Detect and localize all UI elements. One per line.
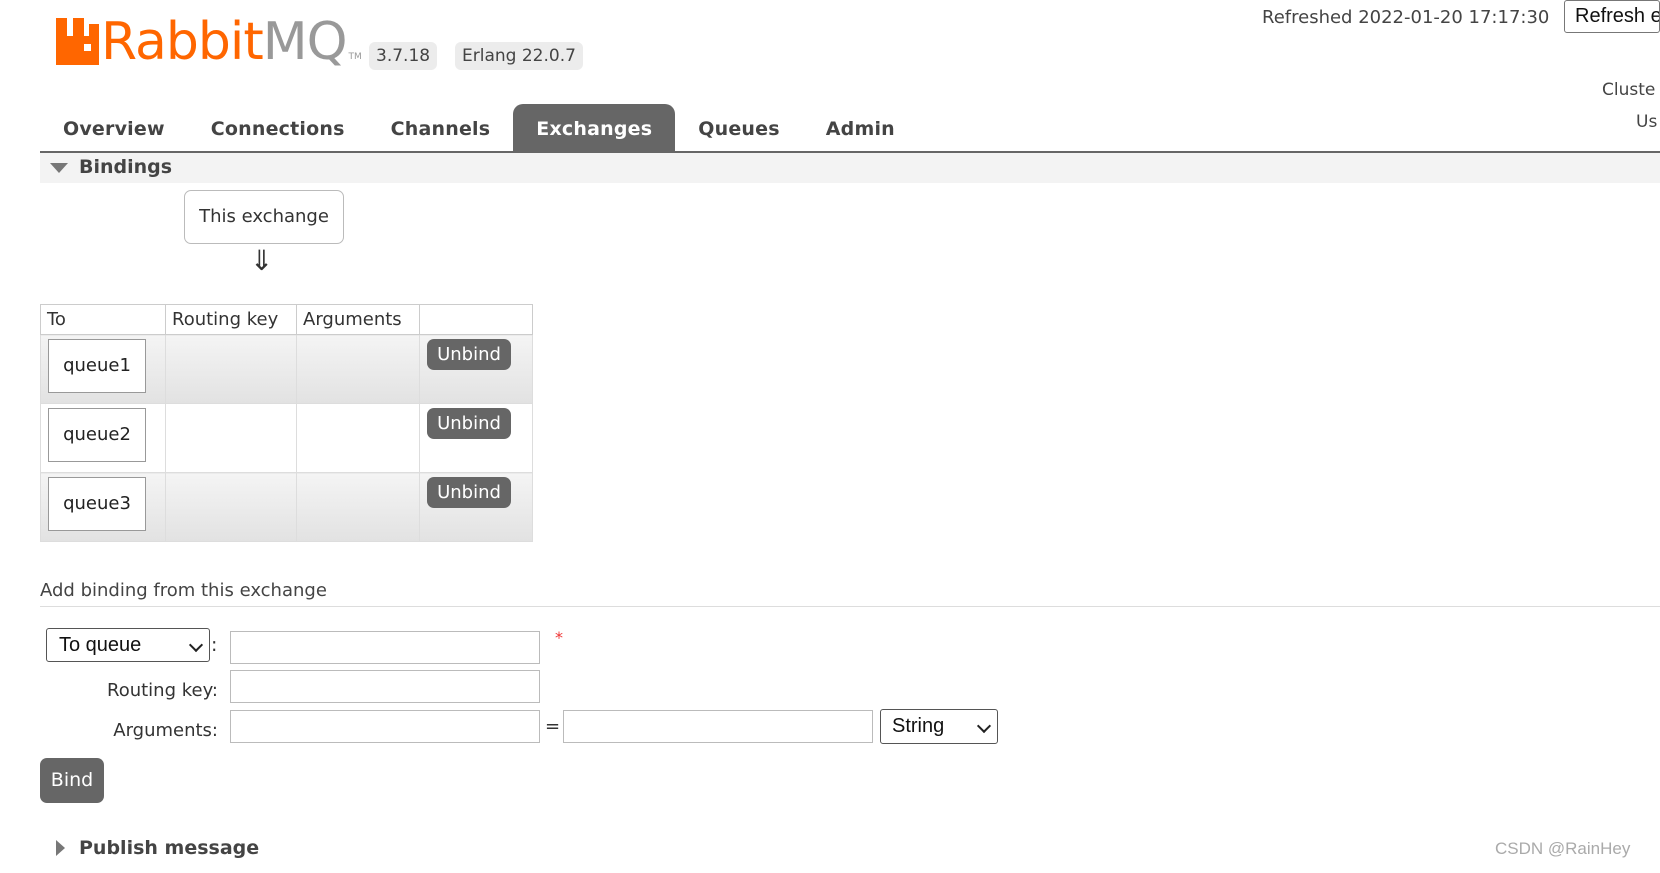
destination-colon: : xyxy=(211,634,218,656)
collapse-triangle-icon xyxy=(50,163,68,173)
this-exchange-box: This exchange xyxy=(184,190,344,244)
routing-key-cell xyxy=(165,403,297,473)
arguments-cell xyxy=(296,334,420,404)
column-header-arguments: Arguments xyxy=(296,304,420,335)
expand-triangle-icon[interactable] xyxy=(56,840,65,856)
routing-key-label: Routing key: xyxy=(107,680,218,701)
tab-overview[interactable]: Overview xyxy=(40,104,188,152)
cluster-label: Cluste xyxy=(1602,80,1656,100)
refreshed-timestamp: Refreshed 2022-01-20 17:17:30 xyxy=(1262,7,1550,28)
unbind-button[interactable]: Unbind xyxy=(427,339,511,370)
watermark: CSDN @RainHey xyxy=(1495,839,1631,858)
add-binding-divider xyxy=(40,606,1660,607)
routing-key-input[interactable] xyxy=(230,670,540,703)
queue-link[interactable]: queue2 xyxy=(48,408,146,462)
destination-type-value: To queue xyxy=(59,634,142,656)
table-row: queue2 Unbind xyxy=(40,403,533,473)
tab-channels[interactable]: Channels xyxy=(368,104,514,152)
rabbit-logo-icon xyxy=(56,18,99,65)
queue-link[interactable]: queue1 xyxy=(48,339,146,393)
bind-button[interactable]: Bind xyxy=(40,758,104,803)
unbind-button[interactable]: Unbind xyxy=(427,408,511,439)
tab-connections[interactable]: Connections xyxy=(188,104,368,152)
add-binding-title: Add binding from this exchange xyxy=(40,580,327,601)
rabbitmq-logo[interactable]: RabbitMQ TM xyxy=(56,14,362,70)
routing-key-cell xyxy=(165,472,297,542)
table-row: queue1 Unbind xyxy=(40,334,533,404)
routing-key-cell xyxy=(165,334,297,404)
argument-type-select[interactable]: String xyxy=(880,709,998,744)
double-down-arrow-icon: ⇓ xyxy=(250,244,274,277)
user-label: Us xyxy=(1636,112,1658,132)
refresh-interval-select[interactable]: Refresh e xyxy=(1564,0,1660,33)
destination-name-input[interactable] xyxy=(230,631,540,664)
column-header-to: To xyxy=(40,304,166,335)
equals-sign: = xyxy=(545,716,561,737)
arguments-cell xyxy=(296,472,420,542)
column-header-actions xyxy=(419,304,533,335)
queue-link[interactable]: queue3 xyxy=(48,477,146,531)
erlang-version-badge: Erlang 22.0.7 xyxy=(455,42,583,70)
publish-message-section-toggle[interactable]: Publish message xyxy=(79,837,259,859)
tab-admin[interactable]: Admin xyxy=(803,104,918,152)
destination-type-select[interactable]: To queue xyxy=(46,628,210,662)
bindings-section-toggle[interactable]: Bindings xyxy=(40,153,1660,183)
logo-wordmark: RabbitMQ xyxy=(101,12,348,72)
chevron-down-icon xyxy=(188,637,204,653)
tab-exchanges[interactable]: Exchanges xyxy=(513,104,676,152)
bindings-table: To Routing key Arguments queue1 Unbind q… xyxy=(40,304,533,542)
bindings-section-title: Bindings xyxy=(79,156,173,178)
main-nav: Overview Connections Channels Exchanges … xyxy=(40,104,918,152)
column-header-routing-key: Routing key xyxy=(165,304,297,335)
unbind-button[interactable]: Unbind xyxy=(427,477,511,508)
tab-queues[interactable]: Queues xyxy=(675,104,803,152)
chevron-down-icon xyxy=(976,718,992,734)
argument-key-input[interactable] xyxy=(230,710,540,743)
version-badge: 3.7.18 xyxy=(369,42,438,70)
argument-value-input[interactable] xyxy=(563,710,873,743)
required-asterisk: * xyxy=(555,628,563,647)
logo-trademark: TM xyxy=(348,52,362,62)
table-header-row: To Routing key Arguments xyxy=(40,304,533,335)
argument-type-value: String xyxy=(892,715,945,737)
arguments-label: Arguments: xyxy=(113,720,218,741)
table-row: queue3 Unbind xyxy=(40,472,533,542)
arguments-cell xyxy=(296,403,420,473)
